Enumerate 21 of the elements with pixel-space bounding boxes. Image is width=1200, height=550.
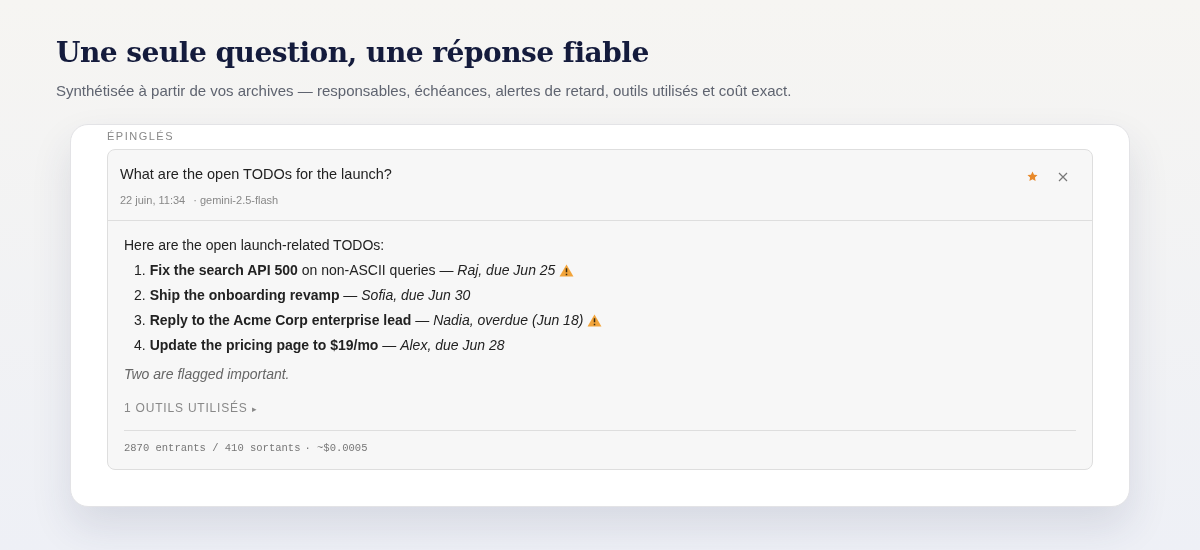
timestamp: 22 juin, 11:34 xyxy=(120,192,186,208)
list-number: 1. xyxy=(134,261,146,281)
todo-item-text: Update the pricing page to $19/mo — Alex, due Jun 28 xyxy=(149,336,505,356)
star-icon[interactable] xyxy=(1027,170,1038,182)
token-usage: 2870 entrants / 410 sortants xyxy=(124,441,301,457)
tools-toggle[interactable]: 1 OUTILS UTILISÉS ▸ xyxy=(124,399,258,418)
todo-item-text: Reply to the Acme Corp enterprise lead — Nadia, overdue (Jun 18) xyxy=(149,311,584,331)
answer-intro: Here are the open launch-related TODOs: xyxy=(124,236,386,256)
list-number: 3. xyxy=(134,311,146,331)
close-icon xyxy=(1058,171,1068,182)
section-label: ÉPINGLÉS xyxy=(107,129,176,144)
answer-note: Two are flagged important. xyxy=(124,365,291,385)
page-subtitle: Synthétisée à partir de vos archives — responsables, échéances, alertes de retard, outils utilisés et coût exact. xyxy=(56,80,793,101)
list-number: 2. xyxy=(134,286,146,306)
question-text: What are the open TODOs for the launch? xyxy=(120,165,392,185)
todo-item-text: Fix the search API 500 on non-ASCII queries — Raj, due Jun 25 xyxy=(149,261,556,281)
model-name: · gemini-2.5-flash xyxy=(193,192,279,208)
todo-item-text: Ship the onboarding revamp — Sofia, due Jun 30 xyxy=(149,286,471,306)
list-number: 4. xyxy=(134,336,146,356)
page-title: Une seule question, une réponse fiable xyxy=(56,36,650,70)
cost-text: · ~$0.0005 xyxy=(304,441,368,457)
